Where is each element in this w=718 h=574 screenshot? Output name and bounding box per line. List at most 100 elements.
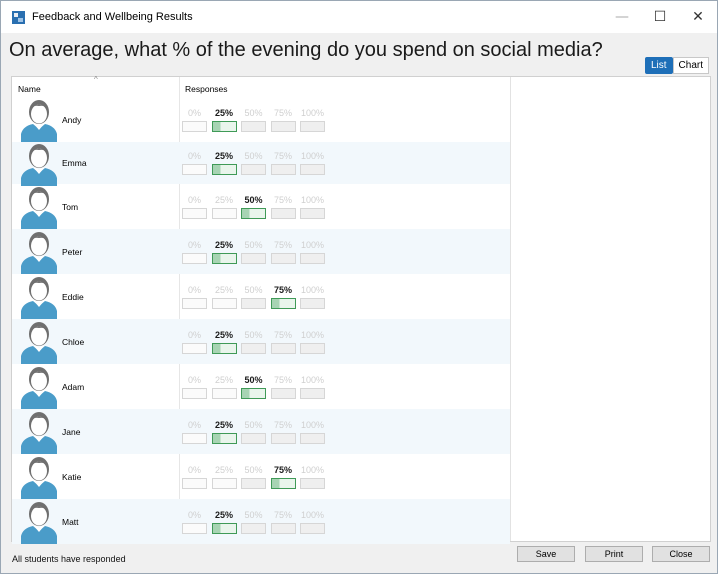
selected-response-box	[211, 252, 237, 264]
student-avatar-icon	[19, 143, 59, 186]
response-box	[270, 522, 296, 534]
response-option-label: 50%	[244, 151, 263, 161]
response-box	[300, 342, 325, 354]
response-option-label: 0%	[187, 239, 201, 250]
response-option: 25%	[211, 329, 238, 354]
maximize-button[interactable]: ☐	[641, 1, 679, 33]
response-box	[182, 342, 207, 354]
student-row[interactable]: Jane 0% 25% 50% 75% 100%	[12, 409, 510, 454]
student-row[interactable]: Matt 0% 25% 50% 75% 100%	[12, 499, 510, 544]
student-avatar-icon	[19, 366, 59, 409]
response-option-label: 100%	[300, 151, 325, 161]
response-option-label: 75%	[273, 284, 292, 295]
student-avatar-icon	[19, 99, 59, 142]
response-option: 75%	[270, 329, 297, 354]
student-row[interactable]: Andy 0% 25% 50% 75% 100%	[12, 97, 510, 142]
response-option-label: 75%	[273, 107, 292, 118]
response-option: 75%	[270, 374, 297, 399]
response-option-label: 100%	[300, 239, 325, 250]
column-header-responses[interactable]: Responses	[185, 84, 228, 94]
response-box	[182, 477, 207, 489]
selected-response-box	[241, 207, 266, 219]
response-box	[241, 477, 266, 489]
response-option: 100%	[299, 509, 326, 534]
response-option-label: 25%	[214, 107, 233, 118]
response-scale: 0% 25% 50% 75% 100%	[181, 374, 331, 404]
response-box	[182, 252, 207, 264]
response-option-label: 50%	[244, 284, 263, 295]
response-option-label: 0%	[187, 329, 201, 340]
response-box	[241, 522, 266, 534]
response-option: 75%	[270, 239, 297, 264]
student-row[interactable]: Adam 0% 25% 50% 75% 100%	[12, 364, 510, 409]
student-row[interactable]: Chloe 0% 25% 50% 75% 100%	[12, 319, 510, 364]
grid-header: ^ Name Responses	[12, 75, 510, 97]
student-name: Eddie	[62, 291, 84, 302]
response-box	[211, 387, 237, 399]
student-name: Jane	[62, 426, 81, 437]
response-box	[241, 164, 266, 175]
response-option-label: 75%	[273, 151, 292, 161]
response-option: 25%	[211, 509, 238, 534]
response-box	[241, 252, 266, 264]
response-option-label: 25%	[214, 374, 233, 385]
response-option: 0%	[181, 284, 208, 309]
response-option: 50%	[240, 419, 267, 444]
student-row[interactable]: Emma 0% 25% 50% 75% 100%	[12, 142, 510, 186]
student-row[interactable]: Katie 0% 25% 50% 75% 100%	[12, 454, 510, 499]
response-option-label: 25%	[214, 151, 233, 161]
response-option: 0%	[181, 107, 208, 132]
selected-response-box	[211, 342, 237, 354]
student-name: Tom	[62, 201, 79, 212]
column-header-name[interactable]: Name	[18, 84, 41, 94]
response-option-label: 100%	[300, 329, 325, 340]
response-scale: 0% 25% 50% 75% 100%	[181, 150, 331, 180]
response-option: 50%	[240, 150, 267, 175]
response-option-label: 75%	[273, 239, 292, 250]
student-avatar-icon	[19, 501, 59, 544]
response-option: 0%	[181, 239, 208, 264]
response-option-label: 50%	[244, 107, 263, 118]
response-option-label: 50%	[244, 464, 263, 475]
student-name: Emma	[62, 158, 87, 168]
response-option-label: 0%	[187, 194, 201, 205]
sort-ascending-icon: ^	[94, 75, 98, 84]
student-name: Matt	[62, 516, 79, 527]
response-option: 75%	[270, 284, 297, 309]
response-option: 50%	[240, 329, 267, 354]
response-option-label: 25%	[214, 464, 233, 475]
response-option-label: 0%	[187, 509, 201, 520]
response-box	[211, 207, 237, 219]
save-button[interactable]: Save	[517, 546, 575, 562]
response-scale: 0% 25% 50% 75% 100%	[181, 239, 331, 269]
response-option: 100%	[299, 239, 326, 264]
close-button[interactable]: Close	[652, 546, 710, 562]
response-box	[300, 477, 325, 489]
response-option: 75%	[270, 150, 297, 175]
response-box	[270, 252, 296, 264]
response-option: 100%	[299, 150, 326, 175]
response-scale: 0% 25% 50% 75% 100%	[181, 419, 331, 449]
response-box	[270, 207, 296, 219]
chart-view-button[interactable]: Chart	[672, 57, 709, 74]
response-box	[270, 120, 296, 132]
close-window-button[interactable]: ✕	[679, 1, 717, 33]
response-option: 50%	[240, 464, 267, 489]
response-box	[182, 120, 207, 132]
student-row[interactable]: Peter 0% 25% 50% 75% 100%	[12, 229, 510, 274]
response-box	[270, 342, 296, 354]
response-box	[270, 432, 296, 444]
response-option-label: 0%	[187, 464, 201, 475]
selected-response-box	[211, 120, 237, 132]
student-avatar-icon	[19, 186, 59, 229]
response-option: 75%	[270, 107, 297, 132]
list-view-button[interactable]: List	[644, 57, 673, 74]
response-option-label: 0%	[187, 374, 201, 385]
student-row[interactable]: Eddie 0% 25% 50% 75% 100%	[12, 274, 510, 319]
minimize-button[interactable]: —	[603, 1, 641, 33]
response-option-label: 25%	[214, 194, 233, 205]
student-row[interactable]: Tom 0% 25% 50% 75% 100%	[12, 184, 510, 229]
print-button[interactable]: Print	[585, 546, 643, 562]
response-option: 25%	[211, 239, 238, 264]
selected-response-box	[270, 297, 296, 309]
